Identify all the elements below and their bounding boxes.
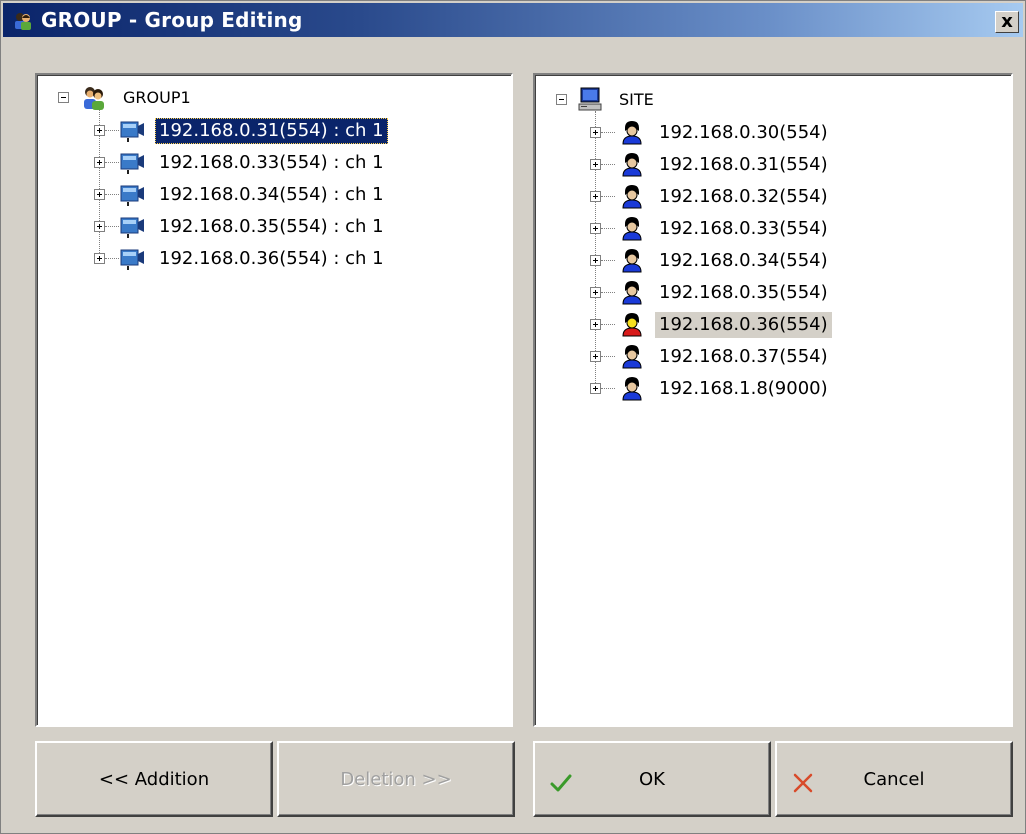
tree-connector bbox=[595, 111, 596, 391]
site-item-label: 192.168.0.33(554) bbox=[659, 218, 828, 239]
tree-connector bbox=[601, 228, 615, 229]
group-tree-panel[interactable]: GROUP1 192.168.0.31(554) : ch 1 192.168.… bbox=[35, 73, 513, 727]
group-item-label: 192.168.0.33(554) : ch 1 bbox=[159, 152, 384, 173]
tree-connector bbox=[601, 196, 615, 197]
expand-toggle[interactable] bbox=[94, 125, 105, 136]
expand-toggle[interactable] bbox=[590, 319, 601, 330]
computer-icon bbox=[578, 87, 602, 111]
site-item-label: 192.168.0.31(554) bbox=[659, 154, 828, 175]
ok-button[interactable]: OK bbox=[533, 741, 771, 817]
tree-root-site[interactable]: SITE bbox=[615, 86, 658, 114]
camera-icon bbox=[120, 217, 144, 238]
user-icon bbox=[622, 281, 642, 305]
tree-connector bbox=[601, 356, 615, 357]
camera-icon bbox=[120, 249, 144, 270]
user-icon bbox=[622, 185, 642, 209]
group-tree-item[interactable]: 192.168.0.35(554) : ch 1 bbox=[155, 213, 388, 241]
user-icon bbox=[622, 217, 642, 241]
site-item-label: 192.168.0.37(554) bbox=[659, 346, 828, 367]
expand-toggle[interactable] bbox=[590, 223, 601, 234]
collapse-site-toggle[interactable] bbox=[556, 94, 567, 105]
user-icon bbox=[622, 249, 642, 273]
expand-toggle[interactable] bbox=[590, 287, 601, 298]
camera-icon bbox=[120, 121, 144, 142]
group-tree-item[interactable]: 192.168.0.31(554) : ch 1 bbox=[155, 117, 388, 145]
close-button[interactable]: x bbox=[995, 11, 1019, 33]
tree-connector bbox=[601, 324, 615, 325]
cancel-button[interactable]: Cancel bbox=[775, 741, 1013, 817]
addition-button-label: << Addition bbox=[98, 768, 210, 790]
tree-connector bbox=[601, 164, 615, 165]
site-tree-item[interactable]: 192.168.0.36(554) bbox=[655, 311, 832, 339]
group-users-icon bbox=[84, 87, 104, 110]
tree-connector bbox=[105, 130, 119, 131]
camera-icon bbox=[120, 185, 144, 206]
site-item-label: 192.168.0.36(554) bbox=[655, 312, 832, 338]
site-item-label: 192.168.0.34(554) bbox=[659, 250, 828, 271]
group-tree-item[interactable]: 192.168.0.36(554) : ch 1 bbox=[155, 245, 388, 273]
group-item-label: 192.168.0.36(554) : ch 1 bbox=[159, 248, 384, 269]
checkmark-icon bbox=[550, 774, 572, 792]
site-item-label: 192.168.0.30(554) bbox=[659, 122, 828, 143]
tree-connector bbox=[601, 260, 615, 261]
expand-toggle[interactable] bbox=[94, 189, 105, 200]
expand-toggle[interactable] bbox=[94, 221, 105, 232]
site-tree-item[interactable]: 192.168.0.37(554) bbox=[655, 343, 832, 371]
group-users-icon bbox=[15, 13, 31, 30]
deletion-button-label: Deletion >> bbox=[340, 768, 452, 790]
camera-icon bbox=[120, 153, 144, 174]
expand-toggle[interactable] bbox=[590, 159, 601, 170]
site-tree-item[interactable]: 192.168.0.33(554) bbox=[655, 215, 832, 243]
group-item-label: 192.168.0.31(554) : ch 1 bbox=[155, 118, 388, 144]
site-tree-item[interactable]: 192.168.1.8(9000) bbox=[655, 375, 832, 403]
group-item-label: 192.168.0.34(554) : ch 1 bbox=[159, 184, 384, 205]
tree-connector bbox=[601, 388, 615, 389]
expand-toggle[interactable] bbox=[590, 351, 601, 362]
site-tree-item[interactable]: 192.168.0.32(554) bbox=[655, 183, 832, 211]
expand-toggle[interactable] bbox=[590, 191, 601, 202]
site-item-label: 192.168.0.32(554) bbox=[659, 186, 828, 207]
site-root-label: SITE bbox=[619, 90, 654, 109]
expand-toggle[interactable] bbox=[590, 383, 601, 394]
site-tree-item[interactable]: 192.168.0.30(554) bbox=[655, 119, 832, 147]
addition-button[interactable]: << Addition bbox=[35, 741, 273, 817]
tree-root-group1[interactable]: GROUP1 bbox=[119, 84, 195, 112]
expand-toggle[interactable] bbox=[590, 255, 601, 266]
group-editing-dialog: GROUP - Group Editing x GROUP1 192.168.0… bbox=[0, 0, 1026, 834]
tree-connector bbox=[105, 162, 119, 163]
user-icon bbox=[622, 377, 642, 401]
ok-button-label: OK bbox=[639, 768, 665, 790]
user-icon bbox=[622, 153, 642, 177]
window-title: GROUP - Group Editing bbox=[41, 8, 303, 32]
expand-toggle[interactable] bbox=[94, 253, 105, 264]
group-root-label: GROUP1 bbox=[123, 88, 191, 107]
site-item-label: 192.168.1.8(9000) bbox=[659, 378, 828, 399]
expand-toggle[interactable] bbox=[590, 127, 601, 138]
close-icon: x bbox=[1001, 10, 1013, 32]
title-bar[interactable]: GROUP - Group Editing x bbox=[3, 3, 1023, 37]
group-item-label: 192.168.0.35(554) : ch 1 bbox=[159, 216, 384, 237]
group-tree-item[interactable]: 192.168.0.33(554) : ch 1 bbox=[155, 149, 388, 177]
collapse-group1-toggle[interactable] bbox=[58, 92, 69, 103]
user-icon-highlighted bbox=[622, 313, 642, 337]
tree-connector bbox=[105, 226, 119, 227]
tree-connector bbox=[601, 132, 615, 133]
tree-connector bbox=[601, 292, 615, 293]
site-tree-item[interactable]: 192.168.0.31(554) bbox=[655, 151, 832, 179]
site-item-label: 192.168.0.35(554) bbox=[659, 282, 828, 303]
user-icon bbox=[622, 121, 642, 145]
x-mark-icon bbox=[793, 773, 813, 793]
tree-connector bbox=[105, 194, 119, 195]
expand-toggle[interactable] bbox=[94, 157, 105, 168]
cancel-button-label: Cancel bbox=[863, 768, 925, 790]
site-tree-panel[interactable]: SITE 192.168.0.30(554) 192.168.0.31(554) bbox=[533, 73, 1013, 727]
site-tree-item[interactable]: 192.168.0.35(554) bbox=[655, 279, 832, 307]
deletion-button[interactable]: Deletion >> bbox=[277, 741, 515, 817]
group-tree-item[interactable]: 192.168.0.34(554) : ch 1 bbox=[155, 181, 388, 209]
user-icon bbox=[622, 345, 642, 369]
site-tree-item[interactable]: 192.168.0.34(554) bbox=[655, 247, 832, 275]
tree-connector bbox=[105, 258, 119, 259]
